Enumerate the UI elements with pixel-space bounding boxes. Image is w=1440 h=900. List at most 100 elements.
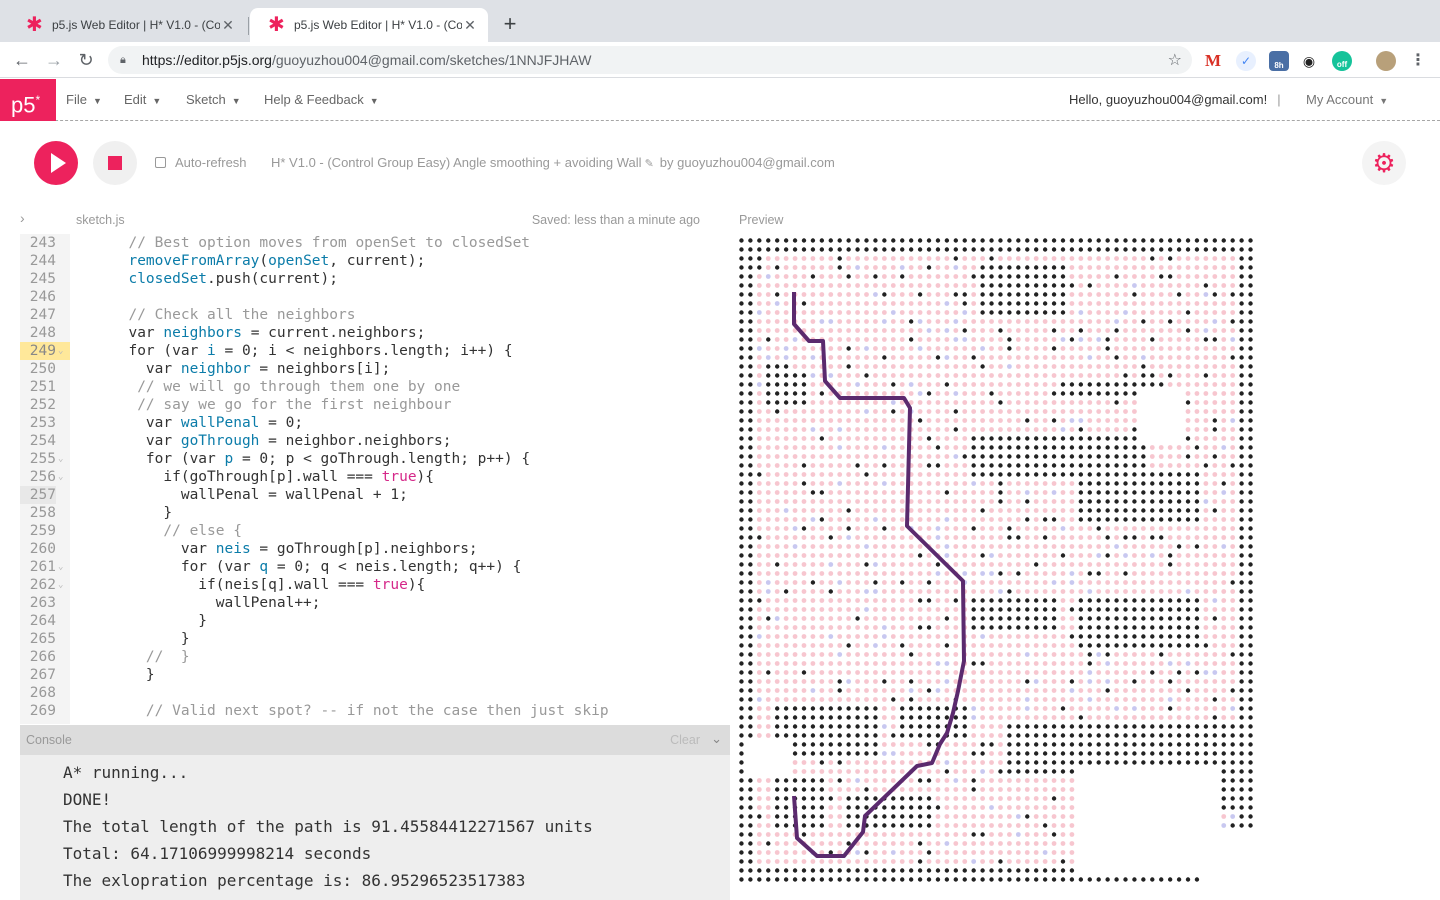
grid-cell xyxy=(1007,445,1012,450)
grid-cell xyxy=(917,580,923,585)
grid-cell xyxy=(1042,337,1048,342)
grid-cell xyxy=(1078,634,1084,639)
back-arrow-icon[interactable]: ← xyxy=(10,48,34,72)
grid-cell xyxy=(1141,454,1146,459)
settings-gear-icon[interactable]: ⚙ xyxy=(1362,141,1406,185)
grid-cell xyxy=(774,787,780,792)
grid-cell xyxy=(1132,733,1137,738)
grid-cell xyxy=(873,454,878,459)
auto-refresh-toggle[interactable]: Auto-refresh xyxy=(155,155,247,170)
auto-refresh-checkbox[interactable] xyxy=(155,157,166,168)
grid-cell xyxy=(756,355,762,360)
grid-cell xyxy=(748,778,753,783)
browser-tab[interactable]: ✱ p5.js Web Editor | H* V1.0 - (Co ✕ xyxy=(8,8,246,42)
grid-cell xyxy=(980,499,986,504)
browser-tab-active[interactable]: ✱ p5.js Web Editor | H* V1.0 - (Co ✕ xyxy=(250,8,488,42)
grid-cell xyxy=(1221,346,1227,351)
grid-cell xyxy=(873,634,878,639)
close-tab-icon[interactable]: ✕ xyxy=(220,17,236,34)
browser-menu-icon[interactable]: ⋮ xyxy=(1408,51,1428,71)
close-tab-icon[interactable]: ✕ xyxy=(462,17,478,34)
calendar-extension-icon[interactable]: 8h xyxy=(1269,51,1289,71)
grid-cell xyxy=(890,310,896,315)
grid-cell xyxy=(1212,715,1218,720)
grid-cell xyxy=(926,607,932,612)
grid-cell xyxy=(1069,580,1075,585)
grid-cell xyxy=(935,679,941,684)
grid-cell xyxy=(998,724,1003,729)
menu-edit[interactable]: Edit ▼ xyxy=(124,79,161,121)
grammarly-extension-icon[interactable]: off xyxy=(1332,51,1352,71)
menu-file[interactable]: File ▼ xyxy=(66,79,102,121)
grid-cell xyxy=(908,715,914,720)
fold-chevron-icon[interactable]: ⌄ xyxy=(58,450,63,468)
reload-icon[interactable]: ↻ xyxy=(74,48,98,72)
code-editor[interactable]: 243 // Best option moves from openSet to… xyxy=(20,234,730,724)
profile-avatar[interactable] xyxy=(1376,51,1396,71)
grid-cell xyxy=(953,265,959,270)
fold-chevron-icon[interactable]: ⌄ xyxy=(58,558,63,576)
grid-cell xyxy=(1087,571,1092,576)
address-bar[interactable]: 🔒︎ https://editor.p5js.org/guoyuzhou004@… xyxy=(108,46,1192,74)
grid-cell xyxy=(801,535,807,540)
vpn-extension-icon[interactable]: ✓ xyxy=(1236,51,1256,71)
grid-cell xyxy=(1248,553,1253,558)
grid-cell xyxy=(739,382,744,387)
grid-cell xyxy=(765,355,771,360)
grid-cell xyxy=(792,409,798,414)
grid-cell xyxy=(828,454,834,459)
grid-cell xyxy=(908,517,914,522)
grid-cell xyxy=(1016,616,1021,621)
grid-cell xyxy=(864,265,869,270)
grid-cell xyxy=(1230,472,1236,477)
grid-cell xyxy=(1087,643,1092,648)
gmail-extension-icon[interactable]: M xyxy=(1203,51,1223,71)
p5-logo[interactable]: p5* xyxy=(0,79,56,121)
grid-cell xyxy=(846,787,852,792)
grid-cell xyxy=(1096,256,1102,261)
forward-arrow-icon[interactable]: → xyxy=(42,48,66,72)
grid-cell xyxy=(765,490,771,495)
grid-cell xyxy=(881,256,887,261)
grid-cell xyxy=(980,841,986,846)
fold-chevron-icon[interactable]: ⌄ xyxy=(58,576,63,594)
clear-button[interactable]: Clear xyxy=(670,733,700,747)
new-tab-icon[interactable]: + xyxy=(498,12,522,36)
grid-cell xyxy=(1078,409,1084,414)
grid-cell xyxy=(1149,310,1155,315)
grid-cell xyxy=(971,832,976,837)
grid-cell xyxy=(980,778,986,783)
code-text: wallPenal++; xyxy=(111,595,321,611)
my-account-menu[interactable]: My Account ▼ xyxy=(1306,79,1388,121)
fold-chevron-icon[interactable]: ⌄ xyxy=(58,468,63,486)
grid-cell xyxy=(1221,724,1226,729)
grid-cell xyxy=(819,742,825,747)
incognito-extension-icon[interactable]: ◉ xyxy=(1299,51,1319,71)
grid-cell xyxy=(953,814,959,819)
grid-cell xyxy=(837,670,843,675)
pencil-icon[interactable]: ✎ xyxy=(645,158,654,170)
grid-cell xyxy=(1132,346,1137,351)
chevron-down-icon[interactable]: ⌄ xyxy=(711,731,722,747)
grid-cell xyxy=(900,724,905,729)
grid-cell xyxy=(1105,760,1110,765)
grid-cell xyxy=(855,463,860,468)
sketch-preview-canvas[interactable] xyxy=(737,236,1255,884)
menu-help[interactable]: Help & Feedback ▼ xyxy=(264,79,379,121)
fold-chevron-icon[interactable]: ⌄ xyxy=(58,342,63,360)
chevron-right-icon[interactable]: › xyxy=(20,210,25,226)
grid-cell xyxy=(980,364,985,369)
grid-cell xyxy=(1025,877,1030,882)
stop-button[interactable] xyxy=(93,141,137,185)
bookmark-star-icon[interactable]: ☆ xyxy=(1168,50,1182,70)
grid-cell xyxy=(953,589,959,594)
menu-sketch[interactable]: Sketch ▼ xyxy=(186,79,241,121)
grid-cell xyxy=(917,418,923,423)
grid-cell xyxy=(1185,364,1191,369)
grid-cell xyxy=(837,607,843,612)
sketch-name[interactable]: H* V1.0 - (Control Group Easy) Angle smo… xyxy=(271,155,835,170)
grid-cell xyxy=(1024,841,1030,846)
grid-cell xyxy=(1158,697,1164,702)
grid-cell xyxy=(1221,445,1227,450)
play-button[interactable] xyxy=(34,141,78,185)
